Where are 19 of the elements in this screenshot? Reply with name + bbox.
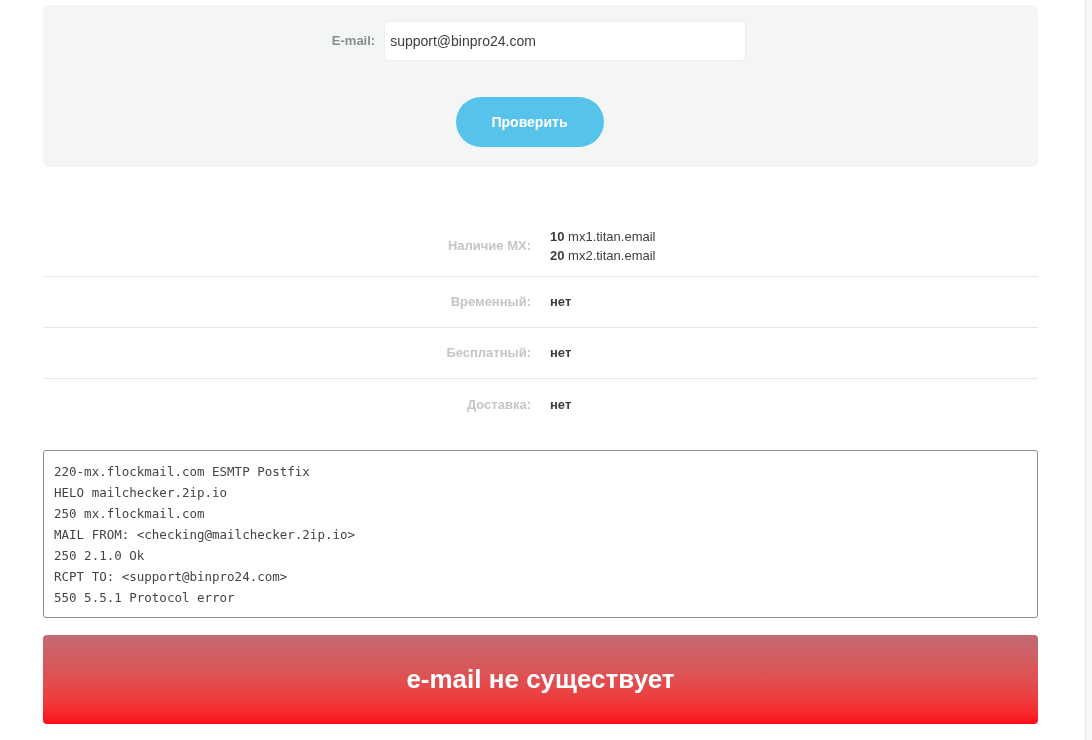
- result-label: Временный:: [450, 293, 531, 312]
- mx-record: 20 mx2.titan.email: [550, 246, 656, 265]
- log-line: 220-mx.flockmail.com ESMTP Postfix: [54, 463, 310, 481]
- result-value: нет: [550, 395, 572, 414]
- result-value: нет: [550, 344, 572, 363]
- mx-record: 10 mx1.titan.email: [550, 227, 656, 246]
- email-input[interactable]: support@binpro24.com: [384, 21, 747, 61]
- result-label: Доставка:: [466, 395, 531, 414]
- log-line: RCPT TO: <support@binpro24.com>: [54, 568, 288, 586]
- result-label: Наличие MX:: [447, 236, 531, 255]
- log-line: 550 5.5.1 Protocol error: [54, 589, 235, 607]
- result-label: Бесплатный:: [446, 344, 531, 363]
- result-message: e-mail не существует: [406, 663, 675, 696]
- log-line: 250 mx.flockmail.com: [54, 505, 205, 523]
- log-line: MAIL FROM: <checking@mailchecker.2ip.io>: [54, 526, 356, 544]
- log-line: 250 2.1.0 Ok: [54, 547, 145, 565]
- result-value: нет: [550, 293, 572, 312]
- log-line: HELO mailchecker.2ip.io: [54, 484, 228, 502]
- email-label: E-mail:: [331, 32, 376, 51]
